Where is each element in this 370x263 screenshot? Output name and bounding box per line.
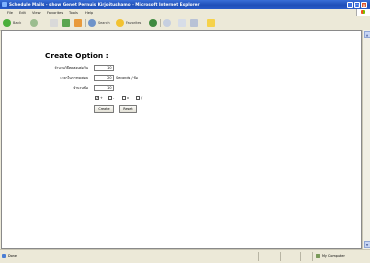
duration-unit: Seconds / ข้อ bbox=[116, 76, 138, 81]
checkbox-minus-label: - bbox=[113, 96, 114, 100]
menu-tools[interactable]: Tools bbox=[69, 11, 78, 15]
page-done-icon bbox=[2, 254, 6, 258]
status-pane bbox=[280, 252, 281, 261]
search-button[interactable]: Search bbox=[88, 18, 114, 28]
stop-icon bbox=[50, 19, 58, 27]
toolbar-separator bbox=[85, 19, 86, 27]
form-title: Create Option : bbox=[45, 51, 109, 60]
favorites-label: Favorites bbox=[126, 21, 141, 25]
messenger-button[interactable] bbox=[207, 18, 216, 28]
history-icon bbox=[163, 19, 171, 27]
forward-button[interactable] bbox=[30, 18, 44, 28]
field-label-question-count: จำนวนข้อ bbox=[28, 86, 88, 91]
home-icon bbox=[74, 19, 82, 27]
search-label: Search bbox=[98, 21, 110, 25]
menu-favorites[interactable]: Favorites bbox=[47, 11, 63, 15]
status-bar: Done My Computer bbox=[0, 249, 370, 263]
test-duration-input[interactable]: 20 bbox=[94, 75, 114, 81]
status-pane bbox=[258, 252, 259, 261]
print-icon bbox=[190, 19, 198, 27]
checkbox-divide-label: / bbox=[141, 96, 142, 100]
windows-logo bbox=[356, 9, 370, 16]
checkbox-minus[interactable] bbox=[108, 96, 112, 100]
favorites-button[interactable]: Favorites bbox=[116, 18, 150, 28]
checkbox-divide[interactable] bbox=[136, 96, 140, 100]
refresh-button[interactable] bbox=[62, 18, 71, 28]
checkbox-plus-label: + bbox=[100, 96, 103, 100]
star-icon bbox=[116, 19, 124, 27]
checkbox-multiply-label: x bbox=[127, 96, 129, 100]
scroll-up-icon[interactable]: ▲ bbox=[364, 31, 370, 38]
print-button[interactable] bbox=[190, 18, 204, 28]
minimize-button[interactable]: _ bbox=[347, 2, 353, 8]
mail-button[interactable] bbox=[178, 18, 187, 28]
refresh-icon bbox=[62, 19, 70, 27]
back-arrow-icon bbox=[3, 19, 11, 27]
field-label-test-duration: เวลาในการทดสอบ bbox=[28, 76, 88, 81]
toolbar: Back Search Favorites bbox=[0, 16, 370, 31]
title-bar[interactable]: Schedule Mails - show Genet Pernuis Kirj… bbox=[0, 0, 370, 9]
media-icon bbox=[149, 19, 157, 27]
checkbox-multiply[interactable] bbox=[122, 96, 126, 100]
search-icon bbox=[88, 19, 96, 27]
back-label: Back bbox=[13, 21, 21, 25]
back-button[interactable]: Back bbox=[3, 18, 27, 28]
status-pane bbox=[312, 252, 313, 261]
menu-help[interactable]: Help bbox=[85, 11, 93, 15]
home-button[interactable] bbox=[74, 18, 83, 28]
create-button[interactable]: Create bbox=[94, 105, 114, 113]
window-title: Schedule Mails - show Genet Pernuis Kirj… bbox=[9, 2, 200, 7]
maximize-button[interactable]: □ bbox=[354, 2, 360, 8]
reset-button[interactable]: Reset bbox=[119, 105, 137, 113]
menu-file[interactable]: File bbox=[7, 11, 13, 15]
computer-icon bbox=[316, 254, 320, 258]
status-pane bbox=[300, 252, 301, 261]
field-label-tests-per-day: จำนวนวิธีทดสอบต่อวัน bbox=[28, 66, 88, 71]
menu-view[interactable]: View bbox=[32, 11, 41, 15]
ie-icon bbox=[2, 2, 7, 7]
media-button[interactable] bbox=[149, 18, 158, 28]
scroll-down-icon[interactable]: ▼ bbox=[364, 241, 370, 248]
toolbar-separator bbox=[160, 19, 161, 27]
windows-flag-icon bbox=[361, 10, 365, 14]
vertical-scrollbar[interactable]: ▲ ▼ bbox=[362, 30, 370, 249]
status-text: Done bbox=[8, 254, 17, 258]
folder-icon bbox=[207, 19, 215, 27]
menu-edit[interactable]: Edit bbox=[19, 11, 26, 15]
stop-button[interactable] bbox=[50, 18, 59, 28]
tests-per-day-input[interactable]: 10 bbox=[94, 65, 114, 71]
browser-window: Schedule Mails - show Genet Pernuis Kirj… bbox=[0, 0, 370, 262]
close-button[interactable]: × bbox=[361, 2, 367, 8]
question-count-input[interactable]: 10 bbox=[94, 85, 114, 91]
forward-arrow-icon bbox=[30, 19, 38, 27]
mail-icon bbox=[178, 19, 186, 27]
checkbox-plus[interactable]: ✓ bbox=[95, 96, 99, 100]
page-content bbox=[1, 30, 362, 249]
history-button[interactable] bbox=[163, 18, 177, 28]
security-zone: My Computer bbox=[322, 254, 345, 258]
